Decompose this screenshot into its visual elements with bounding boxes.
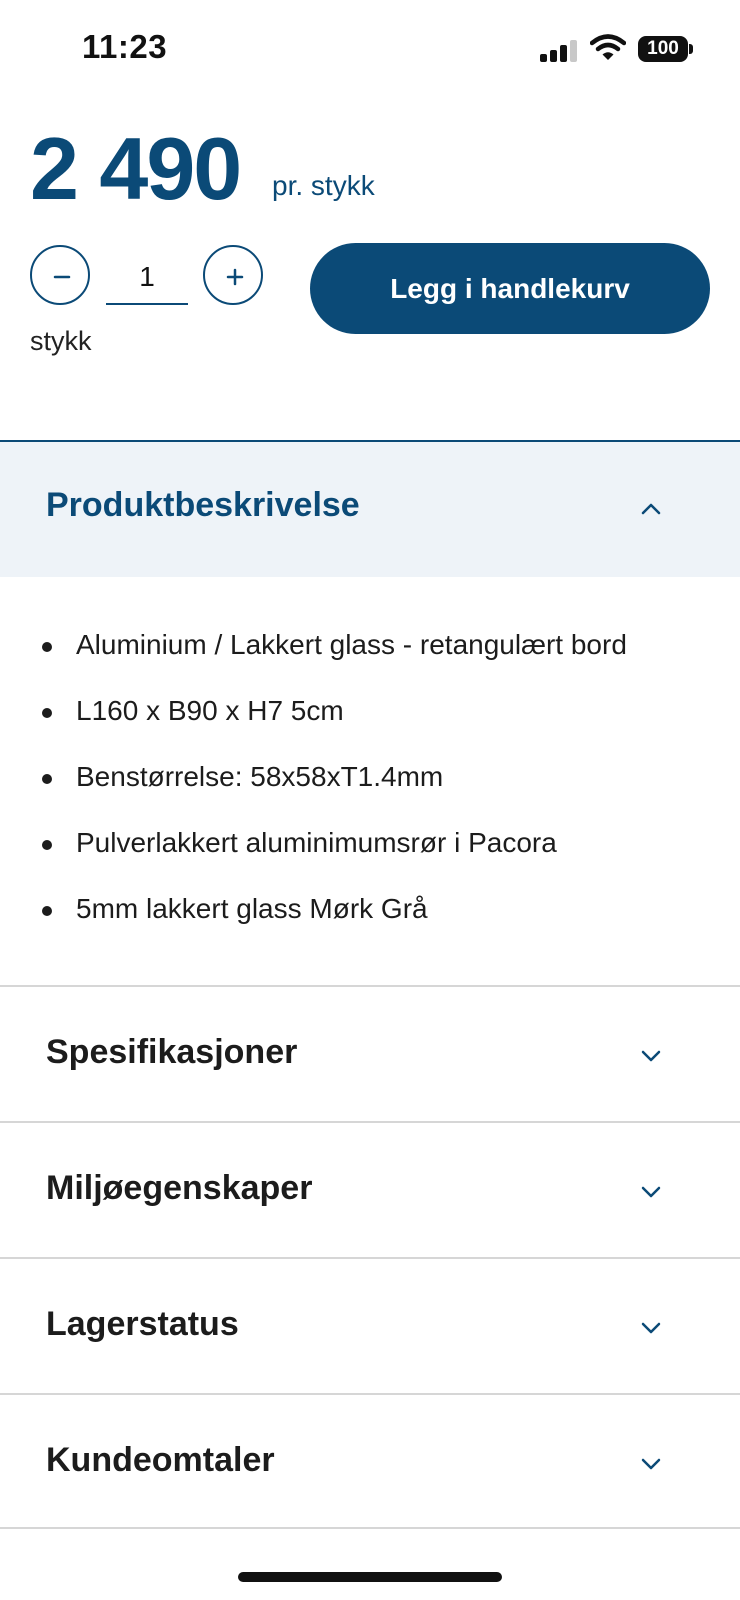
product-price: 2 490: [30, 119, 242, 218]
cellular-signal-icon: [540, 38, 580, 62]
battery-level: 100: [647, 38, 679, 59]
price-unit: pr. stykk: [272, 170, 375, 201]
chevron-up-icon: [641, 503, 661, 515]
wifi-icon: [590, 34, 626, 60]
home-indicator[interactable]: [238, 1572, 502, 1582]
list-item: Aluminium / Lakkert glass - retangulært …: [40, 629, 627, 695]
screen: 11:23 100 2 490 pr. stykk stykk: [0, 0, 740, 1600]
add-to-cart-button[interactable]: Legg i handlekurv: [310, 243, 710, 334]
plus-icon: [226, 268, 244, 286]
quantity-unit: stykk: [30, 326, 92, 356]
accordion-header-spesifikasjoner[interactable]: Spesifikasjoner: [0, 985, 740, 1121]
list-item: L160 x B90 x H7 5cm: [40, 695, 627, 761]
accordion-body-produktbeskrivelse: Aluminium / Lakkert glass - retangulært …: [0, 577, 740, 985]
chevron-down-icon: [641, 1322, 661, 1334]
decrease-quantity-button[interactable]: [30, 245, 90, 305]
list-item: Benstørrelse: 58x58xT1.4mm: [40, 761, 627, 827]
accordion-header-lagerstatus[interactable]: Lagerstatus: [0, 1257, 740, 1393]
accordion-title: Produktbeskrivelse: [46, 486, 360, 524]
accordion-title: Miljøegenskaper: [46, 1169, 313, 1207]
status-bar: 11:23 100: [0, 0, 740, 100]
accordion-title: Lagerstatus: [46, 1305, 239, 1343]
list-item: 5mm lakkert glass Mørk Grå: [40, 893, 627, 959]
product-accordion: Produktbeskrivelse Aluminium / Lakkert g…: [0, 440, 740, 1529]
list-item: Pulverlakkert aluminimumsrør i Pacora: [40, 827, 627, 893]
increase-quantity-button[interactable]: [203, 245, 263, 305]
status-time: 11:23: [82, 28, 168, 65]
battery-icon: 100: [638, 36, 688, 62]
accordion-header-miljoegenskaper[interactable]: Miljøegenskaper: [0, 1121, 740, 1257]
battery-tip: [689, 44, 693, 54]
accordion-header-kundeomtaler[interactable]: Kundeomtaler: [0, 1393, 740, 1529]
product-description-list: Aluminium / Lakkert glass - retangulært …: [40, 629, 627, 959]
accordion-header-produktbeskrivelse[interactable]: Produktbeskrivelse: [0, 440, 740, 577]
quantity-input[interactable]: [106, 250, 188, 305]
minus-icon: [53, 275, 71, 279]
accordion-title: Spesifikasjoner: [46, 1033, 298, 1071]
chevron-down-icon: [641, 1050, 661, 1062]
accordion-title: Kundeomtaler: [46, 1441, 275, 1479]
chevron-down-icon: [641, 1458, 661, 1470]
chevron-down-icon: [641, 1186, 661, 1198]
